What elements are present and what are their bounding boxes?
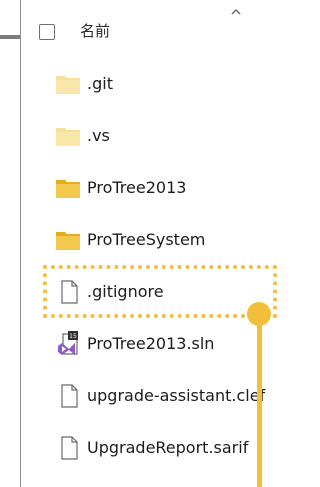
folder-icon [56, 128, 80, 146]
file-name[interactable]: ProTreeSystem [87, 230, 205, 250]
folder-icon [56, 232, 80, 250]
list-item[interactable]: .gitignore [21, 272, 295, 312]
file-name[interactable]: ProTree2013 [87, 178, 186, 198]
list-item[interactable]: .git [21, 64, 295, 104]
file-icon [61, 436, 78, 460]
name-column-header[interactable]: 名前 [80, 21, 110, 41]
file-name[interactable]: UpgradeReport.sarif [87, 438, 248, 458]
file-name[interactable]: ProTree2013.sln [87, 334, 214, 354]
list-item[interactable]: ProTree2013 [21, 168, 295, 208]
left-panel [0, 0, 21, 487]
svg-text:15: 15 [69, 333, 77, 340]
column-header[interactable]: 名前 [21, 0, 295, 58]
list-item[interactable]: 15 ProTree2013.sln [21, 324, 295, 364]
file-icon [61, 280, 78, 304]
select-all-checkbox[interactable] [39, 24, 55, 40]
list-item[interactable]: UpgradeReport.sarif [21, 428, 295, 468]
file-name[interactable]: .vs [87, 126, 110, 146]
list-item[interactable]: ProTreeSystem [21, 220, 295, 260]
visual-studio-solution-icon: 15 [58, 331, 78, 355]
file-name[interactable]: .git [87, 74, 113, 94]
file-name[interactable]: .gitignore [87, 282, 164, 302]
folder-icon [56, 76, 80, 94]
left-divider [0, 35, 21, 39]
list-item[interactable]: .vs [21, 116, 295, 156]
list-item[interactable]: upgrade-assistant.clef [21, 376, 295, 416]
file-name[interactable]: upgrade-assistant.clef [87, 386, 265, 406]
file-icon [61, 384, 78, 408]
chevron-up-icon[interactable] [231, 7, 241, 17]
file-list: .git .vs ProTree2013 ProTreeSystem .giti… [21, 58, 295, 487]
folder-icon [56, 180, 80, 198]
